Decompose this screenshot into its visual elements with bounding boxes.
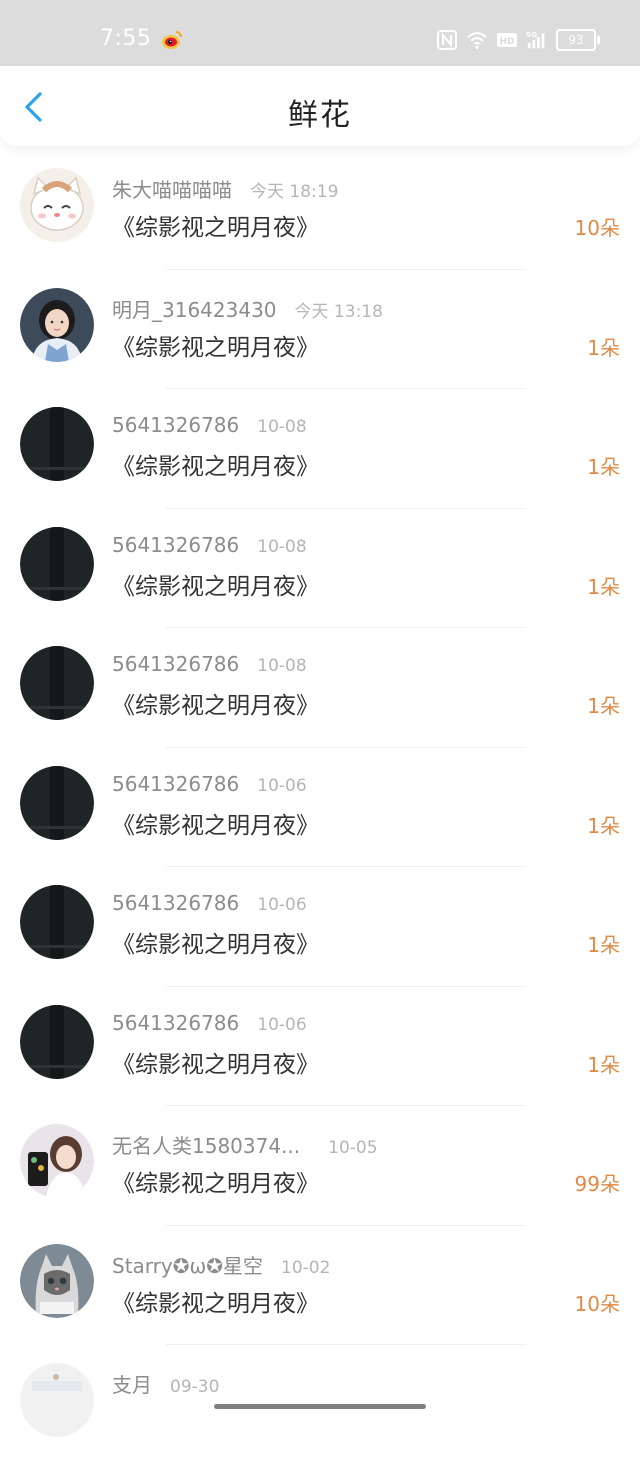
nfc-icon — [437, 30, 457, 50]
gift-time: 10-05 — [328, 1138, 378, 1158]
status-bar: 7:55 HD 5G 93 — [0, 0, 640, 66]
list-item[interactable]: 5641326786 10-06 《综影视之明月夜》 1朵 — [0, 867, 640, 987]
header-bar: 鲜花 — [0, 66, 640, 146]
book-title: 《综影视之明月夜》 — [112, 573, 319, 600]
gift-time: 今天 18:19 — [250, 182, 339, 202]
name-line: 无名人类1580374... 10-05 — [112, 1130, 378, 1159]
user-name[interactable]: 5641326786 — [112, 533, 239, 557]
flower-count: 10朵 — [574, 216, 620, 240]
page-title: 鲜花 — [288, 98, 352, 133]
list-item[interactable]: 5641326786 10-08 《综影视之明月夜》 1朵 — [0, 389, 640, 509]
gift-time: 10-08 — [257, 417, 307, 437]
user-name[interactable]: 5641326786 — [112, 1011, 239, 1035]
gift-time: 10-06 — [257, 895, 307, 915]
gift-time: 10-08 — [257, 536, 307, 557]
name-line: 5641326786 10-06 — [112, 891, 307, 915]
gift-time: 10-06 — [257, 775, 307, 796]
book-title: 《综影视之明月夜》 — [112, 812, 319, 839]
user-name[interactable]: Starry✪ω✪星空 — [112, 1250, 263, 1279]
flower-count: 1朵 — [587, 574, 620, 599]
battery-icon: 93 — [556, 29, 600, 51]
flower-count: 1朵 — [587, 694, 620, 718]
avatar[interactable] — [20, 407, 94, 481]
book-title: 《综影视之明月夜》 — [112, 215, 319, 241]
flower-count: 1朵 — [587, 933, 620, 957]
name-line: 5641326786 10-06 — [112, 772, 307, 796]
user-name[interactable]: 5641326786 — [112, 891, 239, 915]
flower-count: 1朵 — [587, 455, 620, 479]
flower-count: 1朵 — [587, 335, 620, 360]
flower-gift-list: 朱大喵喵喵喵 今天 18:19 《综影视之明月夜》 10朵 明月_3164234… — [0, 150, 640, 1465]
name-line: 5641326786 10-06 — [112, 1011, 307, 1035]
flower-count: 10朵 — [574, 1291, 620, 1316]
svg-text:5G: 5G — [526, 30, 537, 39]
name-line: Starry✪ω✪星空 10-02 — [112, 1250, 330, 1279]
flower-count: 1朵 — [587, 813, 620, 838]
list-item[interactable]: 5641326786 10-06 《综影视之明月夜》 1朵 — [0, 748, 640, 867]
flower-count: 1朵 — [587, 1052, 620, 1077]
gift-time: 今天 13:18 — [294, 301, 383, 322]
weibo-icon — [162, 31, 182, 49]
book-title: 《综影视之明月夜》 — [112, 1290, 319, 1317]
battery-level: 93 — [568, 33, 584, 47]
list-item[interactable]: Starry✪ω✪星空 10-02 《综影视之明月夜》 10朵 — [0, 1226, 640, 1345]
user-name[interactable]: 朱大喵喵喵喵 — [112, 174, 232, 203]
status-icons: HD 5G 93 — [436, 26, 600, 54]
book-title: 《综影视之明月夜》 — [112, 334, 319, 361]
book-title: 《综影视之明月夜》 — [112, 1171, 319, 1197]
name-line: 明月_316423430 今天 13:18 — [112, 294, 383, 323]
name-line: 支月 09-30 — [112, 1369, 219, 1398]
avatar[interactable] — [20, 765, 94, 840]
avatar[interactable] — [20, 646, 94, 720]
status-time: 7:55 — [100, 26, 152, 51]
avatar[interactable] — [20, 1004, 94, 1079]
avatar[interactable] — [20, 287, 94, 362]
user-name[interactable]: 支月 — [112, 1369, 152, 1398]
user-name[interactable]: 明月_316423430 — [112, 294, 277, 323]
list-item[interactable]: 5641326786 10-06 《综影视之明月夜》 1朵 — [0, 987, 640, 1106]
book-title: 《综影视之明月夜》 — [112, 454, 319, 480]
user-name[interactable]: 5641326786 — [112, 652, 239, 676]
home-indicator[interactable] — [214, 1404, 426, 1409]
book-title: 《综影视之明月夜》 — [112, 1051, 319, 1078]
gift-time: 10-02 — [281, 1257, 331, 1278]
flower-count: 99朵 — [574, 1172, 620, 1196]
5g-signal-icon: 5G — [526, 30, 545, 49]
book-title: 《综影视之明月夜》 — [112, 693, 319, 719]
list-item[interactable]: 5641326786 10-08 《综影视之明月夜》 1朵 — [0, 509, 640, 628]
user-name[interactable]: 无名人类1580374... — [112, 1130, 300, 1159]
avatar[interactable] — [20, 885, 94, 959]
avatar[interactable] — [20, 526, 94, 601]
svg-text:HD: HD — [499, 37, 514, 47]
book-title: 《综影视之明月夜》 — [112, 932, 319, 958]
avatar[interactable] — [20, 1124, 94, 1198]
name-line: 朱大喵喵喵喵 今天 18:19 — [112, 174, 338, 203]
hd-icon: HD — [497, 33, 517, 47]
name-line: 5641326786 10-08 — [112, 652, 307, 676]
user-name[interactable]: 5641326786 — [112, 772, 239, 796]
avatar[interactable] — [20, 1363, 94, 1437]
list-item[interactable]: 无名人类1580374... 10-05 《综影视之明月夜》 99朵 — [0, 1106, 640, 1226]
list-item[interactable]: 5641326786 10-08 《综影视之明月夜》 1朵 — [0, 628, 640, 748]
wifi-icon — [467, 32, 487, 49]
user-name[interactable]: 5641326786 — [112, 413, 239, 437]
list-item[interactable]: 朱大喵喵喵喵 今天 18:19 《综影视之明月夜》 10朵 — [0, 150, 640, 270]
list-item[interactable]: 明月_316423430 今天 13:18 《综影视之明月夜》 1朵 — [0, 270, 640, 389]
name-line: 5641326786 10-08 — [112, 413, 307, 437]
avatar[interactable] — [20, 168, 94, 242]
gift-time: 10-06 — [257, 1014, 307, 1035]
avatar[interactable] — [20, 1243, 94, 1318]
gift-time: 10-08 — [257, 656, 307, 676]
name-line: 5641326786 10-08 — [112, 533, 307, 557]
gift-time: 09-30 — [170, 1377, 220, 1397]
